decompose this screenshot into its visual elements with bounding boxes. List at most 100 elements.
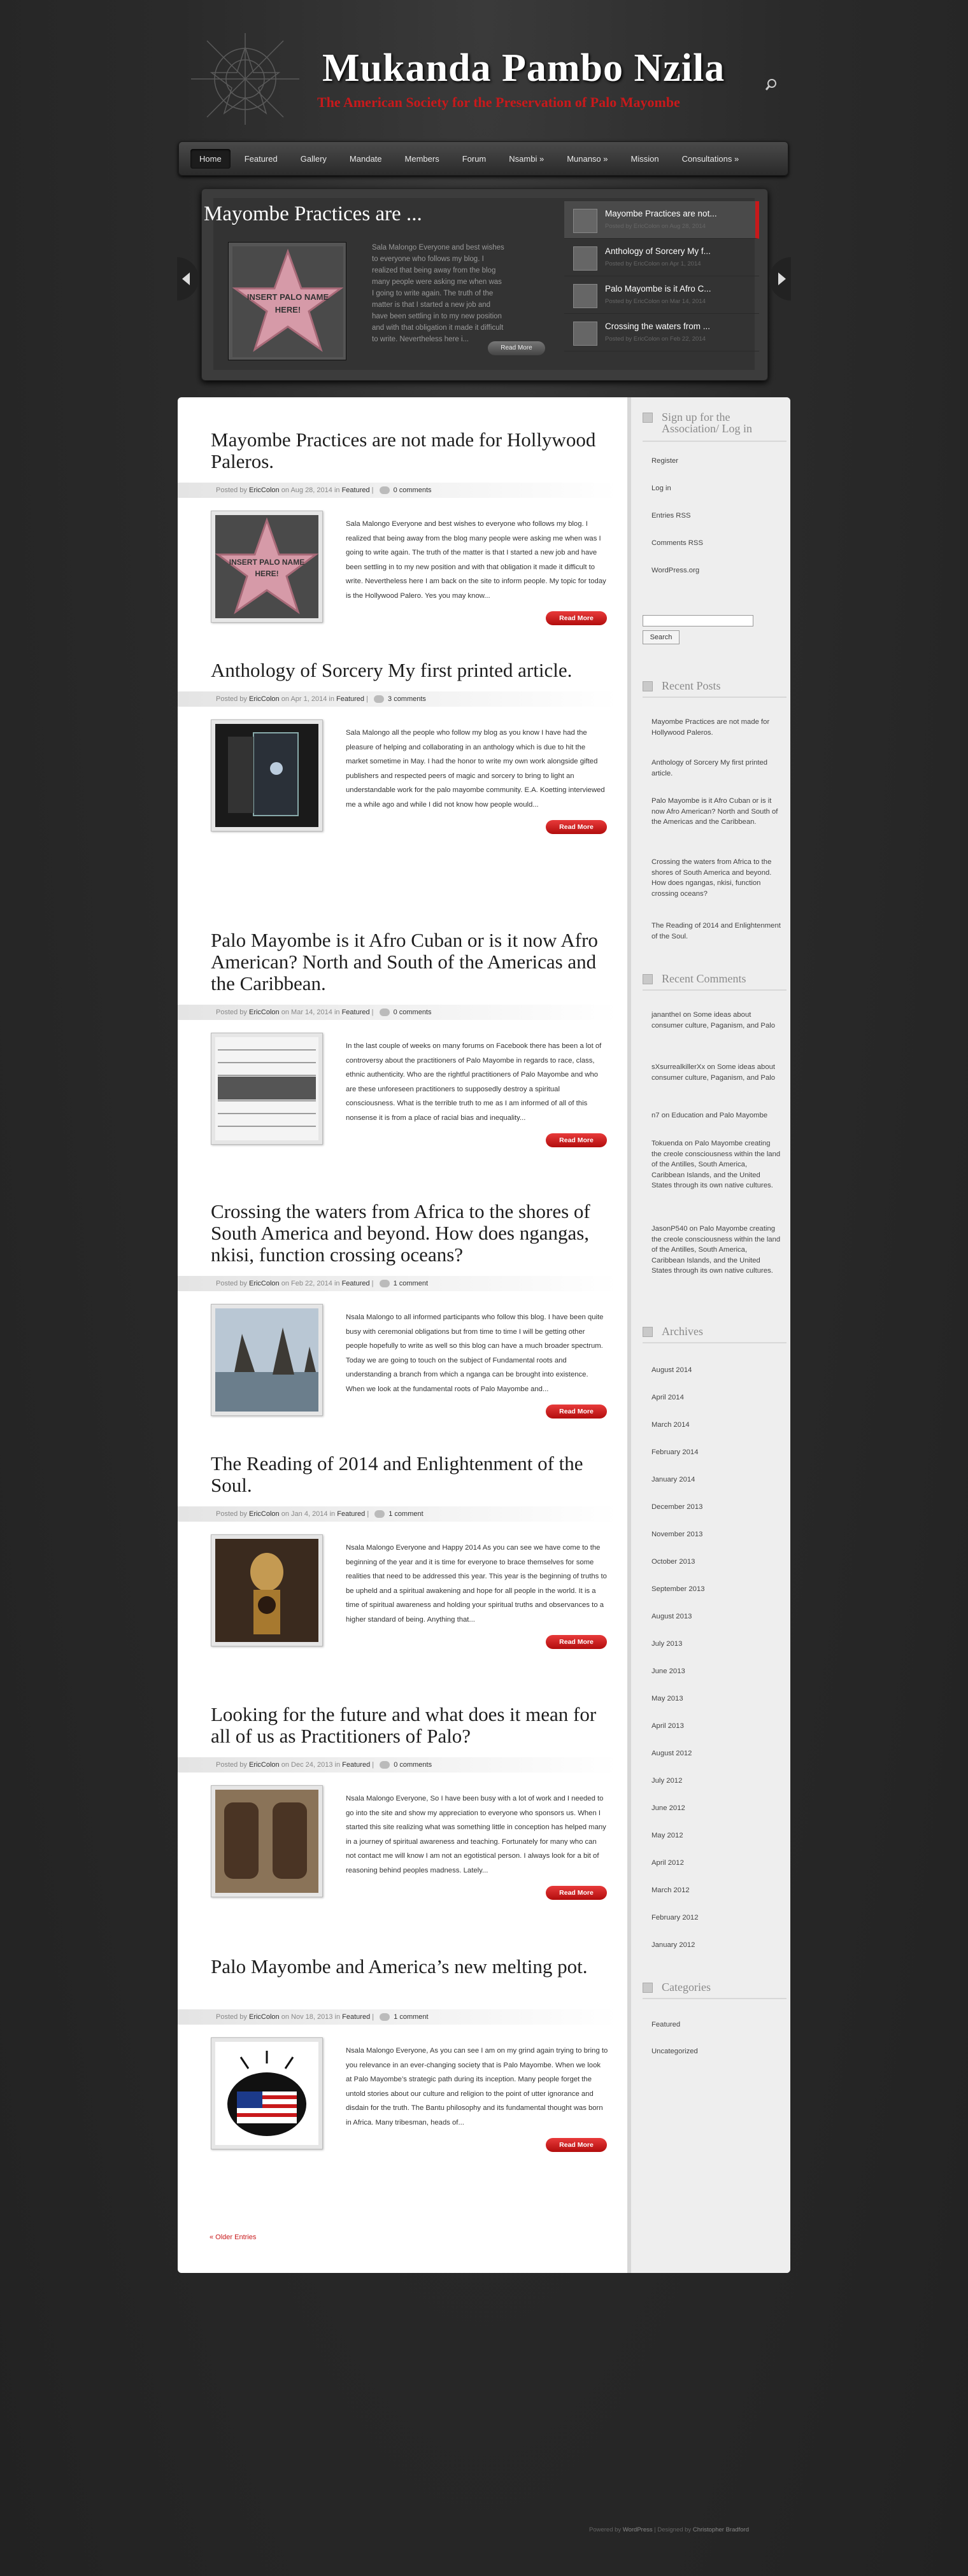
archive-link[interactable]: June 2013: [651, 1666, 781, 1677]
meta-category-link[interactable]: Featured: [342, 1280, 370, 1287]
nav-item-9[interactable]: Consultations »: [673, 149, 748, 169]
slider-image[interactable]: INSERT PALO NAME HERE!: [228, 242, 346, 360]
archive-link[interactable]: January 2014: [651, 1475, 781, 1485]
meta-comments-link[interactable]: 0 comments: [394, 1008, 432, 1016]
widget-toggle-icon[interactable]: [643, 413, 653, 423]
archive-link[interactable]: November 2013: [651, 1529, 781, 1540]
category-link[interactable]: Uncategorized: [651, 2046, 781, 2057]
site-title[interactable]: Mukanda Pambo Nzila: [322, 46, 725, 91]
sidebar-search-input[interactable]: [643, 615, 753, 626]
post-title[interactable]: Anthology of Sorcery My first printed ar…: [211, 660, 618, 681]
recent-post-link[interactable]: Crossing the waters from Africa to the s…: [651, 857, 781, 899]
footer-wordpress-link[interactable]: WordPress: [623, 2526, 653, 2533]
nav-item-2[interactable]: Gallery: [292, 149, 336, 169]
post-thumbnail-image[interactable]: [211, 2037, 323, 2149]
recent-post-link[interactable]: Mayombe Practices are not made for Holly…: [651, 717, 781, 738]
meta-category-link[interactable]: Featured: [342, 2013, 370, 2021]
sidebar-link[interactable]: WordPress.org: [651, 565, 781, 576]
post-title[interactable]: The Reading of 2014 and Enlightenment of…: [211, 1453, 618, 1496]
slider-read-more-button[interactable]: Read More: [488, 341, 545, 355]
meta-comments-link[interactable]: 3 comments: [388, 695, 426, 703]
meta-category-link[interactable]: Featured: [342, 1761, 370, 1769]
recent-comment-item[interactable]: sXsurrealkillerXx on Some ideas about co…: [651, 1062, 781, 1083]
widget-toggle-icon[interactable]: [643, 681, 653, 691]
archive-link[interactable]: May 2013: [651, 1694, 781, 1704]
category-link[interactable]: Featured: [651, 2020, 781, 2030]
slider-list-item[interactable]: Mayombe Practices are not... Posted by Er…: [564, 201, 759, 239]
recent-comment-item[interactable]: JasonP540 on Palo Mayombe creating the c…: [651, 1224, 781, 1277]
slider-title[interactable]: Mayombe Practices are ...: [204, 202, 422, 226]
archive-link[interactable]: July 2012: [651, 1776, 781, 1787]
post-title[interactable]: Palo Mayombe and America’s new melting p…: [211, 1956, 618, 1978]
sidebar-link[interactable]: Log in: [651, 483, 781, 494]
meta-comments-link[interactable]: 0 comments: [394, 486, 432, 494]
meta-category-link[interactable]: Featured: [342, 1008, 370, 1016]
slider-thumb-image[interactable]: [573, 284, 597, 308]
slider-list-item[interactable]: Palo Mayombe is it Afro C... Posted by Er…: [564, 276, 759, 314]
older-entries-link[interactable]: « Older Entries: [210, 2233, 256, 2241]
meta-comments-link[interactable]: 1 comment: [388, 1510, 423, 1518]
slider-item-title[interactable]: Anthology of Sorcery My f...: [605, 246, 711, 256]
nav-item-3[interactable]: Mandate: [341, 149, 391, 169]
meta-author-link[interactable]: EricColon: [249, 486, 280, 494]
recent-post-link[interactable]: Anthology of Sorcery My first printed ar…: [651, 758, 781, 779]
meta-author-link[interactable]: EricColon: [249, 2013, 280, 2021]
meta-comments-link[interactable]: 1 comment: [394, 1280, 428, 1287]
slider-prev-arrow-icon[interactable]: [177, 257, 199, 301]
read-more-button[interactable]: Read More: [546, 611, 607, 625]
slider-item-title[interactable]: Mayombe Practices are not...: [605, 209, 717, 218]
archive-link[interactable]: October 2013: [651, 1557, 781, 1568]
meta-author-link[interactable]: EricColon: [249, 1280, 280, 1287]
recent-comment-item[interactable]: Tokuenda on Palo Mayombe creating the cr…: [651, 1138, 781, 1191]
nav-item-5[interactable]: Forum: [453, 149, 495, 169]
slider-item-title[interactable]: Palo Mayombe is it Afro C...: [605, 284, 711, 294]
post-thumbnail-image[interactable]: [211, 1534, 323, 1646]
read-more-button[interactable]: Read More: [546, 1886, 607, 1900]
post-thumbnail-image[interactable]: [211, 1785, 323, 1897]
meta-category-link[interactable]: Featured: [336, 695, 364, 703]
meta-comments-link[interactable]: 1 comment: [394, 2013, 428, 2021]
sidebar-link[interactable]: Comments RSS: [651, 538, 781, 549]
archive-link[interactable]: April 2013: [651, 1721, 781, 1732]
meta-author-link[interactable]: EricColon: [249, 695, 280, 703]
archive-link[interactable]: August 2014: [651, 1365, 781, 1376]
meta-category-link[interactable]: Featured: [337, 1510, 365, 1518]
archive-link[interactable]: December 2013: [651, 1502, 781, 1513]
recent-comment-item[interactable]: n7 on Education and Palo Mayombe: [651, 1110, 781, 1121]
archive-link[interactable]: May 2012: [651, 1830, 781, 1841]
archive-link[interactable]: August 2013: [651, 1611, 781, 1622]
archive-link[interactable]: April 2012: [651, 1858, 781, 1869]
slider-thumb-image[interactable]: [573, 209, 597, 233]
post-thumbnail-image[interactable]: INSERT PALO NAME HERE!: [211, 511, 323, 623]
recent-comment-item[interactable]: janantheI on Some ideas about consumer c…: [651, 1010, 781, 1031]
read-more-button[interactable]: Read More: [546, 820, 607, 834]
archive-link[interactable]: February 2014: [651, 1447, 781, 1458]
post-title[interactable]: Looking for the future and what does it …: [211, 1704, 618, 1747]
meta-comments-link[interactable]: 0 comments: [394, 1761, 432, 1769]
post-thumbnail-image[interactable]: [211, 1304, 323, 1416]
meta-author-link[interactable]: EricColon: [249, 1510, 280, 1518]
slider-thumb-image[interactable]: [573, 322, 597, 346]
slider-list-item[interactable]: Crossing the waters from ... Posted by Er…: [564, 314, 759, 351]
archive-link[interactable]: March 2012: [651, 1885, 781, 1896]
read-more-button[interactable]: Read More: [546, 1405, 607, 1419]
widget-toggle-icon[interactable]: [643, 1327, 653, 1337]
read-more-button[interactable]: Read More: [546, 1133, 607, 1147]
nav-item-1[interactable]: Featured: [236, 149, 287, 169]
sidebar-link[interactable]: Entries RSS: [651, 511, 781, 521]
slider-thumb-image[interactable]: [573, 246, 597, 271]
archive-link[interactable]: April 2014: [651, 1392, 781, 1403]
widget-toggle-icon[interactable]: [643, 1983, 653, 1993]
archive-link[interactable]: June 2012: [651, 1803, 781, 1814]
post-title[interactable]: Mayombe Practices are not made for Holly…: [211, 429, 618, 472]
search-icon[interactable]: [764, 78, 778, 92]
nav-item-7[interactable]: Munanso »: [558, 149, 616, 169]
sidebar-search-button[interactable]: Search: [643, 630, 680, 644]
read-more-button[interactable]: Read More: [546, 1635, 607, 1649]
read-more-button[interactable]: Read More: [546, 2138, 607, 2152]
slider-list-item[interactable]: Anthology of Sorcery My f... Posted by Er…: [564, 239, 759, 276]
slider-next-arrow-icon[interactable]: [769, 257, 791, 301]
widget-toggle-icon[interactable]: [643, 974, 653, 984]
recent-post-link[interactable]: The Reading of 2014 and Enlightenment of…: [651, 921, 781, 942]
archive-link[interactable]: February 2012: [651, 1913, 781, 1923]
